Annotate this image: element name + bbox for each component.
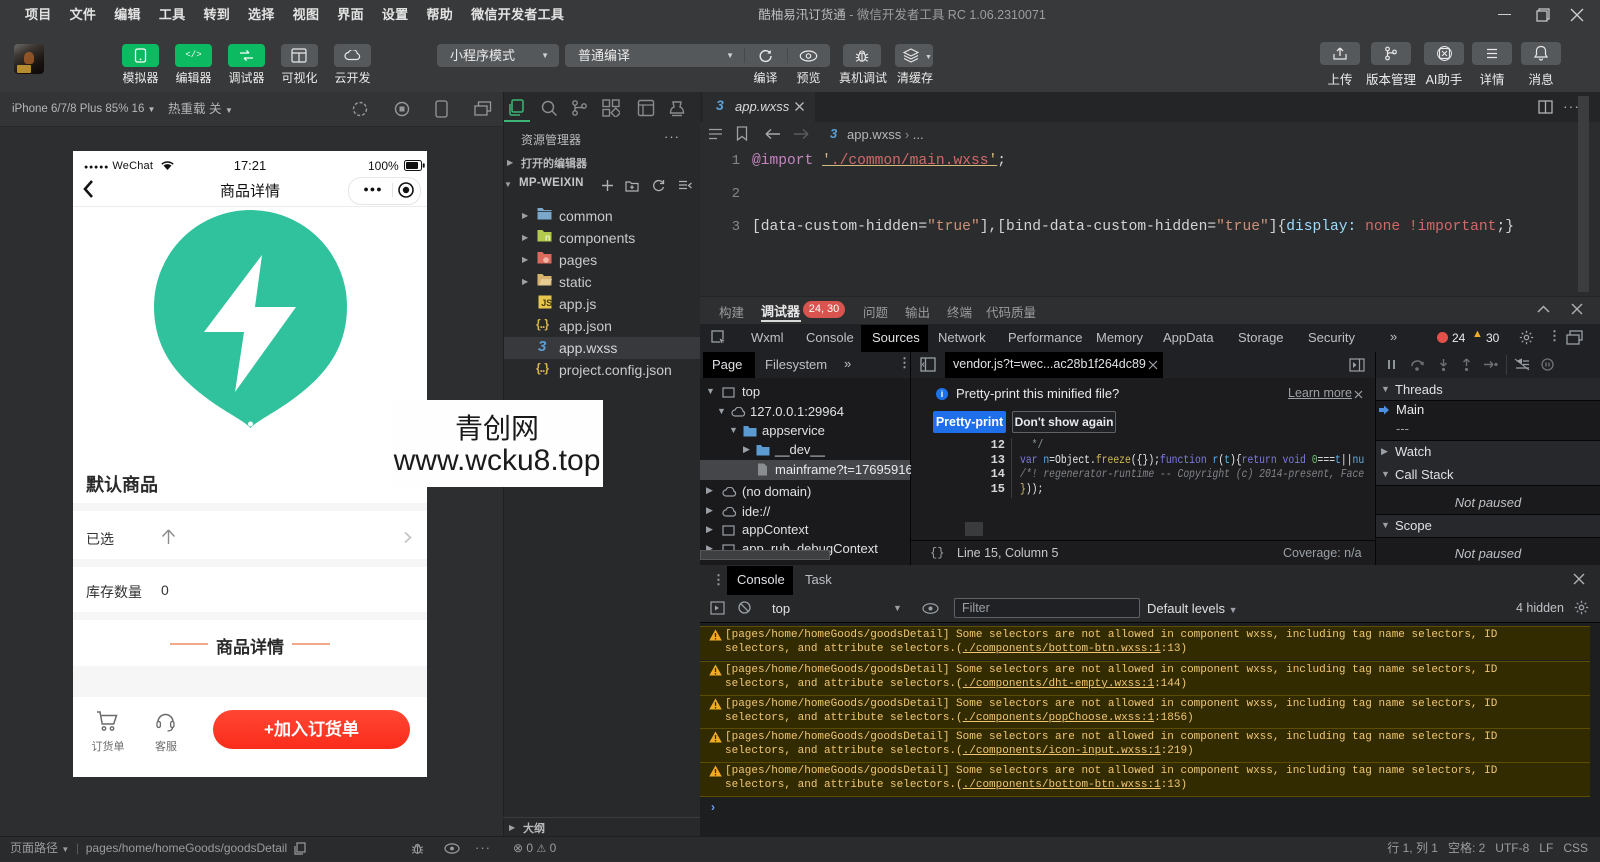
svg-text:JS: JS <box>541 298 552 308</box>
svg-text:n: n <box>545 233 551 243</box>
